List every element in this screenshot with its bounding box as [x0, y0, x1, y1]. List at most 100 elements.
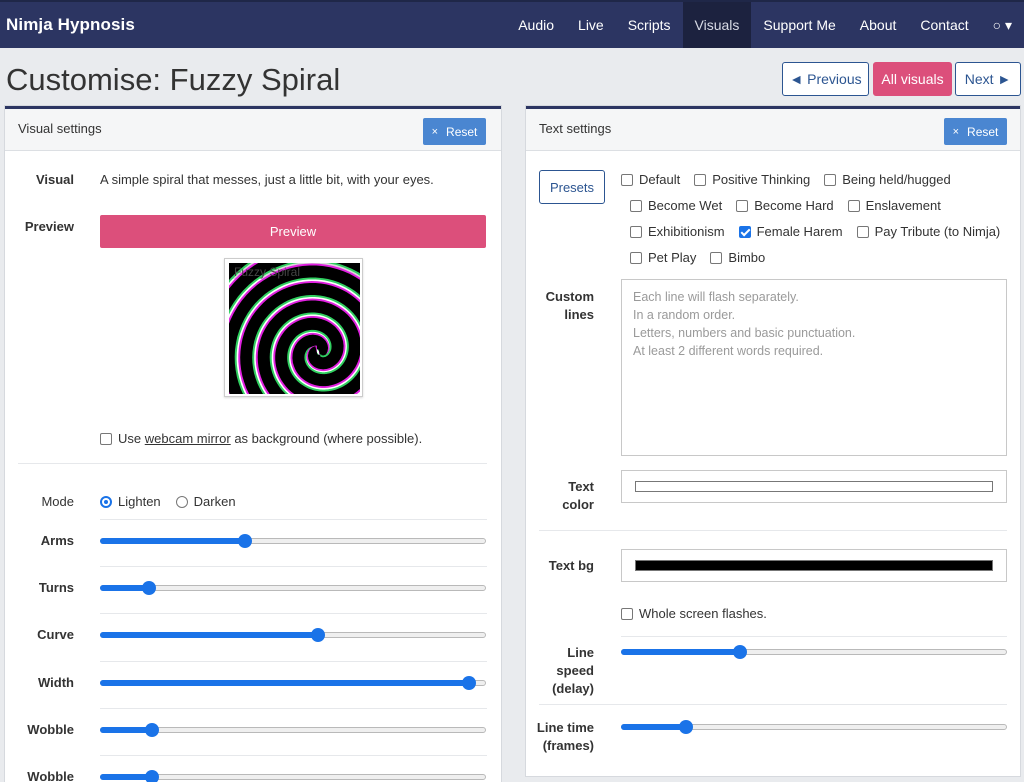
preset-option[interactable]: Being held/hugged [824, 172, 951, 187]
slider-wobble[interactable] [100, 723, 486, 737]
preset-checkbox[interactable] [847, 199, 860, 212]
slider-handle[interactable] [311, 628, 325, 642]
visual-settings-header: Visual settings × Reset [5, 109, 501, 151]
visual-reset-button[interactable]: × Reset [423, 118, 486, 145]
nav-scripts[interactable]: Scripts [616, 2, 683, 48]
slider-handle[interactable] [145, 723, 159, 737]
text-color-swatch [635, 481, 993, 492]
divider [539, 704, 1007, 705]
spiral-thumbnail[interactable]: Fuzzy Spiral [224, 258, 363, 397]
webcam-option[interactable]: Use webcam mirror as background (where p… [100, 431, 422, 446]
preset-label: Female Harem [756, 224, 843, 239]
nav-live[interactable]: Live [566, 2, 616, 48]
preset-option[interactable]: Pay Tribute (to Nimja) [856, 224, 1000, 239]
presets-button[interactable]: Presets [539, 170, 605, 204]
preset-label: Exhibitionism [648, 224, 725, 239]
placeholder-line: Letters, numbers and basic punctuation. [633, 326, 856, 340]
slider-label: Wobble [27, 722, 74, 737]
slider-arms[interactable] [100, 534, 486, 548]
thumbnail-title: Fuzzy Spiral [234, 265, 301, 279]
preset-option[interactable]: Exhibitionism [630, 224, 725, 239]
preset-checkbox[interactable] [621, 173, 633, 186]
slider-handle[interactable] [733, 645, 747, 659]
text-bg-picker[interactable] [621, 549, 1007, 582]
preset-option[interactable]: Enslavement [847, 198, 941, 213]
preset-checkbox[interactable] [710, 251, 723, 264]
nav-contact[interactable]: Contact [908, 2, 980, 48]
nav-support-me[interactable]: Support Me [751, 2, 847, 48]
preset-option[interactable]: Become Wet [630, 198, 722, 213]
text-reset-button[interactable]: × Reset [944, 118, 1007, 145]
previous-button[interactable]: ◄ Previous [782, 62, 869, 96]
slider-handle[interactable] [238, 534, 252, 548]
preset-checkbox[interactable] [630, 251, 642, 264]
close-icon: × [952, 125, 960, 138]
slider-wobble[interactable] [100, 770, 486, 782]
webcam-mirror-link[interactable]: webcam mirror [145, 431, 231, 446]
preset-option[interactable]: Become Hard [736, 198, 834, 213]
line-speed-slider[interactable] [621, 645, 1007, 659]
all-visuals-button[interactable]: All visuals [873, 62, 952, 96]
nav-user-dropdown[interactable]: ○ ▾ [981, 2, 1024, 48]
preset-label: Bimbo [728, 250, 766, 265]
text-settings-header: Text settings × Reset [526, 109, 1020, 151]
navbar: Nimja Hypnosis Audio Live Scripts Visual… [0, 0, 1024, 48]
preset-checkbox[interactable] [630, 199, 642, 212]
slider-label: Wobble [27, 769, 74, 782]
mode-lighten-radio[interactable] [100, 495, 112, 508]
slider-turns[interactable] [100, 581, 486, 595]
slider-width[interactable] [100, 676, 486, 690]
line-time-slider[interactable] [621, 720, 1007, 734]
mode-darken-label[interactable]: Darken [194, 494, 236, 509]
mode-options: Lighten Darken [100, 494, 236, 509]
mode-darken-radio[interactable] [175, 495, 188, 508]
visual-settings-panel: Visual settings × Reset Visual A simple … [5, 106, 501, 782]
brand-logo[interactable]: Nimja Hypnosis [6, 15, 135, 35]
visual-reset-label: Reset [446, 124, 478, 139]
preset-checkbox[interactable] [824, 173, 837, 186]
preset-checkbox[interactable] [856, 225, 869, 238]
preset-label: Pet Play [648, 250, 697, 265]
divider [100, 708, 487, 709]
preset-label: Being held/hugged [842, 172, 951, 187]
preset-checkbox[interactable] [694, 173, 707, 186]
custom-lines-label-1: Custom [545, 289, 594, 304]
text-color-picker[interactable] [621, 470, 1007, 503]
slider-handle[interactable] [679, 720, 693, 734]
nav-visuals[interactable]: Visuals [682, 2, 752, 48]
preset-option[interactable]: Pet Play [630, 250, 696, 265]
slider-fill [621, 724, 686, 730]
divider [539, 530, 1007, 531]
slider-handle[interactable] [145, 770, 159, 782]
placeholder-line: At least 2 different words required. [633, 344, 824, 358]
text-settings-panel: Text settings × Reset Presets Default Pos… [526, 106, 1020, 776]
slider-label: Curve [37, 627, 74, 642]
divider [100, 613, 487, 614]
preset-checkbox[interactable] [736, 199, 749, 212]
preset-checkbox[interactable] [738, 225, 751, 238]
placeholder-line: In a random order. [633, 308, 736, 322]
preset-label: Default [639, 172, 681, 187]
nav-about[interactable]: About [848, 2, 909, 48]
preset-option[interactable]: Positive Thinking [694, 172, 810, 187]
preset-option[interactable]: Bimbo [710, 250, 765, 265]
nav-audio[interactable]: Audio [506, 2, 566, 48]
slider-handle[interactable] [142, 581, 156, 595]
text-reset-label: Reset [967, 124, 999, 139]
custom-lines-textarea[interactable]: Each line will flash separately. In a ran… [621, 279, 1007, 456]
mode-lighten-label[interactable]: Lighten [118, 494, 161, 509]
divider [100, 519, 487, 520]
preset-checkbox[interactable] [630, 225, 642, 238]
whole-screen-checkbox[interactable] [621, 607, 633, 620]
slider-curve[interactable] [100, 628, 486, 642]
slider-label: Width [38, 675, 74, 690]
slider-handle[interactable] [462, 676, 476, 690]
webcam-checkbox[interactable] [100, 432, 112, 445]
preset-row: Default Positive Thinking Being held/hugge… [621, 172, 965, 187]
text-settings-title: Text settings [539, 121, 612, 136]
next-button[interactable]: Next ► [955, 62, 1021, 96]
preset-option[interactable]: Female Harem [738, 224, 843, 239]
whole-screen-option[interactable]: Whole screen flashes. [621, 606, 767, 621]
preset-option[interactable]: Default [621, 172, 680, 187]
preview-button[interactable]: Preview [100, 215, 486, 248]
